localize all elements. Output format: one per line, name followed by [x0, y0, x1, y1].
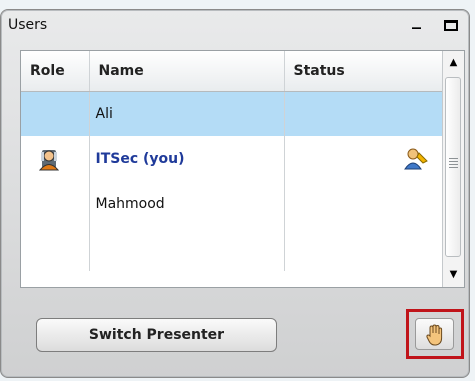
column-header-name[interactable]: Name: [89, 51, 285, 92]
status-cell: [284, 181, 444, 226]
status-cell: [284, 136, 444, 181]
scrollbar-thumb[interactable]: [445, 77, 461, 257]
name-cell: [89, 226, 285, 271]
role-cell: [21, 226, 90, 271]
name-cell: Mahmood: [89, 181, 285, 226]
users-table: Role Name Status Ali ITSec (you) Mahmood…: [20, 50, 465, 288]
role-cell: [21, 136, 90, 181]
table-row[interactable]: Mahmood: [21, 181, 444, 226]
role-cell: [21, 181, 90, 226]
name-cell: ITSec (you): [89, 136, 285, 181]
column-header-status[interactable]: Status: [284, 51, 444, 92]
name-cell: Ali: [89, 91, 285, 136]
status-cell: [284, 91, 444, 136]
table-header: Role Name Status: [21, 51, 444, 92]
table-row[interactable]: [21, 226, 444, 271]
switch-presenter-button[interactable]: Switch Presenter: [36, 318, 277, 352]
raise-hand-button-face[interactable]: [415, 318, 454, 350]
grip-icon: [449, 158, 458, 168]
raise-hand-button[interactable]: [406, 309, 464, 359]
role-cell: [21, 91, 90, 136]
raise-hand-icon: [426, 324, 443, 346]
scroll-down-icon[interactable]: ▼: [443, 265, 464, 285]
table-row[interactable]: ITSec (you): [21, 136, 444, 181]
user-status-icon: [403, 148, 428, 169]
vertical-scrollbar[interactable]: ▲ ▼: [442, 51, 464, 287]
column-header-role[interactable]: Role: [21, 51, 90, 92]
window-title: Users: [8, 17, 48, 33]
minimize-button[interactable]: _: [412, 9, 421, 30]
maximize-button[interactable]: [444, 20, 458, 31]
scroll-up-icon[interactable]: ▲: [443, 53, 464, 73]
presenter-icon: [38, 149, 60, 170]
table-row[interactable]: Ali: [21, 91, 444, 136]
status-cell: [284, 226, 444, 271]
